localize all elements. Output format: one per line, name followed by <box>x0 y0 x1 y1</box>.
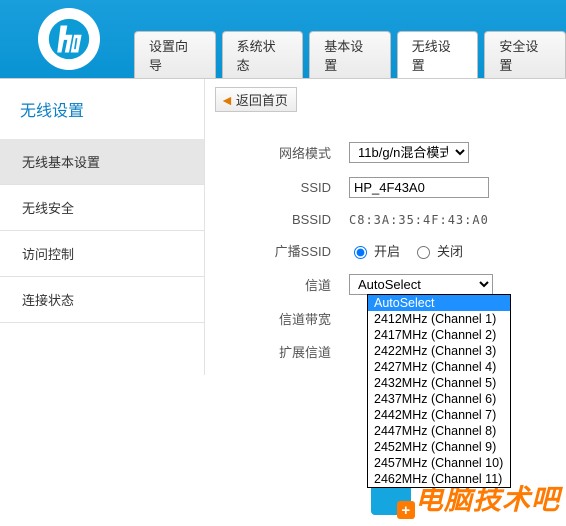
sidebar-item-wireless-basic[interactable]: 无线基本设置 <box>0 139 204 185</box>
channel-dropdown-list[interactable]: AutoSelect2412MHz (Channel 1)2417MHz (Ch… <box>367 294 511 488</box>
channel-option[interactable]: 2427MHz (Channel 4) <box>368 359 510 375</box>
channel-option[interactable]: 2437MHz (Channel 6) <box>368 391 510 407</box>
tab-setup-wizard[interactable]: 设置向导 <box>134 31 216 78</box>
content: ◄ 返回首页 网络模式 11b/g/n混合模式 SSID BSSID C8:3A… <box>204 79 566 375</box>
broadcast-off-option[interactable]: 关闭 <box>412 241 463 260</box>
back-home-button[interactable]: ◄ 返回首页 <box>215 87 297 112</box>
broadcast-radio-group: 开启 关闭 <box>349 241 463 260</box>
tab-system-status[interactable]: 系统状态 <box>222 31 304 78</box>
sidebar-item-wireless-security[interactable]: 无线安全 <box>0 185 204 231</box>
channel-option[interactable]: 2412MHz (Channel 1) <box>368 311 510 327</box>
channel-option[interactable]: 2452MHz (Channel 9) <box>368 439 510 455</box>
sidebar-item-connection-status[interactable]: 连接状态 <box>0 277 204 323</box>
tab-wireless-settings[interactable]: 无线设置 <box>397 31 479 78</box>
channel-select[interactable]: AutoSelect <box>349 274 493 295</box>
channel-option[interactable]: 2447MHz (Channel 8) <box>368 423 510 439</box>
broadcast-on-label: 开启 <box>374 241 400 260</box>
sidebar: 无线设置 无线基本设置 无线安全 访问控制 连接状态 <box>0 79 204 375</box>
broadcast-off-label: 关闭 <box>437 241 463 260</box>
back-home-label: 返回首页 <box>236 90 288 109</box>
channel-option[interactable]: 2417MHz (Channel 2) <box>368 327 510 343</box>
sidebar-item-access-control[interactable]: 访问控制 <box>0 231 204 277</box>
ext-channel-label: 扩展信道 <box>239 342 349 361</box>
channel-option[interactable]: 2432MHz (Channel 5) <box>368 375 510 391</box>
wireless-basic-form: 网络模式 11b/g/n混合模式 SSID BSSID C8:3A:35:4F:… <box>239 142 566 361</box>
netmode-select[interactable]: 11b/g/n混合模式 <box>349 142 469 163</box>
netmode-label: 网络模式 <box>239 143 349 162</box>
channel-option[interactable]: 2457MHz (Channel 10) <box>368 455 510 471</box>
channel-label: 信道 <box>239 275 349 294</box>
main: 无线设置 无线基本设置 无线安全 访问控制 连接状态 ◄ 返回首页 网络模式 1… <box>0 79 566 375</box>
channel-option[interactable]: 2422MHz (Channel 3) <box>368 343 510 359</box>
ssid-input[interactable] <box>349 177 489 198</box>
tab-basic-settings[interactable]: 基本设置 <box>309 31 391 78</box>
ssid-label: SSID <box>239 180 349 195</box>
broadcast-on-radio[interactable] <box>354 246 367 259</box>
channel-option[interactable]: 2462MHz (Channel 11) <box>368 471 510 487</box>
broadcast-on-option[interactable]: 开启 <box>349 241 400 260</box>
channel-option[interactable]: 2442MHz (Channel 7) <box>368 407 510 423</box>
sidebar-title: 无线设置 <box>0 89 204 139</box>
primary-tabs: 设置向导 系统状态 基本设置 无线设置 安全设置 <box>134 31 566 78</box>
broadcast-ssid-label: 广播SSID <box>239 241 349 260</box>
broadcast-off-radio[interactable] <box>417 246 430 259</box>
header: 设置向导 系统状态 基本设置 无线设置 安全设置 <box>0 0 566 78</box>
channel-option[interactable]: AutoSelect <box>368 295 510 311</box>
tab-security-settings[interactable]: 安全设置 <box>484 31 566 78</box>
bssid-label: BSSID <box>239 212 349 227</box>
bandwidth-label: 信道带宽 <box>239 309 349 328</box>
back-arrow-icon: ◄ <box>220 92 234 108</box>
bssid-value: C8:3A:35:4F:43:A0 <box>349 213 489 227</box>
hp-logo <box>38 8 100 70</box>
